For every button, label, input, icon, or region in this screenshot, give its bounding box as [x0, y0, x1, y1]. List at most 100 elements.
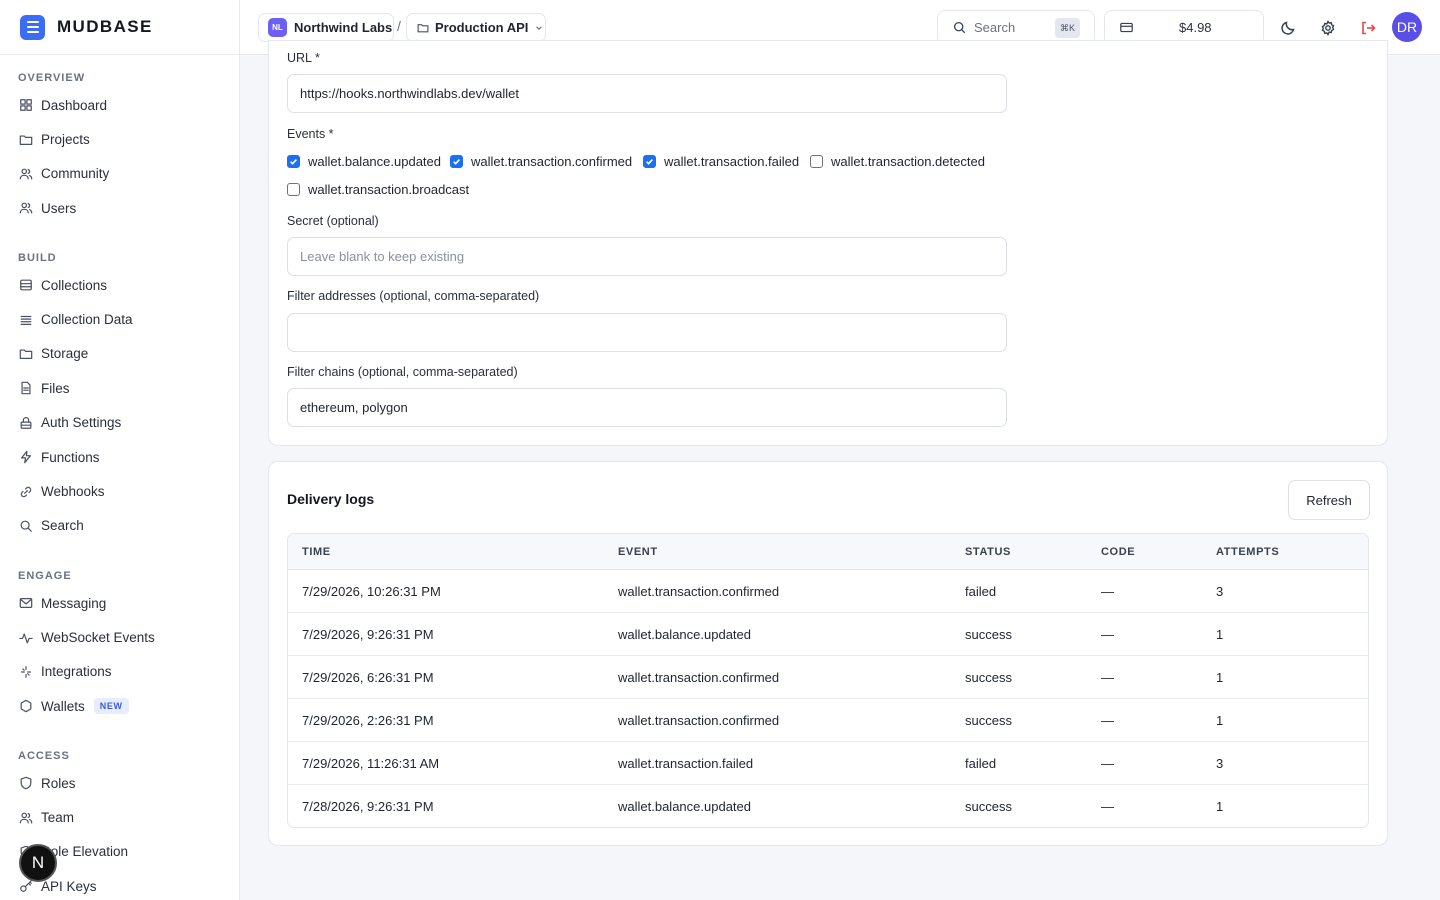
cell-status: success: [965, 626, 1012, 642]
bolt-icon: [18, 450, 33, 465]
cell-attempts: 1: [1216, 712, 1224, 728]
filter-addresses-input[interactable]: [287, 313, 1007, 352]
sidebar-section-title: ENGAGE: [18, 570, 72, 582]
brand-name: MUDBASE: [57, 17, 153, 36]
table-row[interactable]: 7/29/2026, 6:26:31 PM wallet.transaction.…: [288, 656, 1368, 699]
logout-icon[interactable]: [1357, 17, 1379, 39]
sidebar-item-label: Functions: [41, 449, 100, 465]
event-checkbox-wallet-transaction-broadcast[interactable]: wallet.transaction.broadcast: [287, 182, 469, 197]
cell-time: 7/29/2026, 10:26:31 PM: [302, 583, 441, 599]
sidebar-item-functions[interactable]: Functions: [18, 440, 228, 474]
sidebar-item-users[interactable]: Users: [18, 191, 228, 225]
sidebar-item-projects[interactable]: Projects: [18, 122, 228, 156]
cell-attempts: 1: [1216, 626, 1224, 642]
table-row[interactable]: 7/29/2026, 10:26:31 PM wallet.transaction…: [288, 570, 1368, 613]
sidebar-item-collection-data[interactable]: Collection Data: [18, 302, 228, 336]
sidebar-item-webhooks[interactable]: Webhooks: [18, 474, 228, 508]
list-icon: [18, 312, 33, 327]
chevron-down-icon: [535, 24, 543, 32]
folder-icon: [18, 346, 33, 361]
settings-gear-icon[interactable]: [1317, 17, 1339, 39]
sidebar-item-storage[interactable]: Storage: [18, 337, 228, 371]
balance-amount: $4.98: [1179, 20, 1212, 35]
link-icon: [18, 484, 33, 499]
sidebar-item-label: API Keys: [41, 878, 97, 894]
cell-status: failed: [965, 755, 997, 771]
sidebar-item-label: Collection Data: [41, 312, 133, 328]
table-body: 7/29/2026, 10:26:31 PM wallet.transaction…: [288, 570, 1368, 827]
sidebar-section-title: BUILD: [18, 252, 57, 264]
filter-chains-label: Filter chains (optional, comma-separated…: [287, 365, 518, 379]
sidebar-section-build: BUILD Collections Collection Data Storage Fi…: [18, 252, 228, 543]
search-placeholder: Search: [974, 20, 1016, 35]
sidebar-item-auth-settings[interactable]: Auth Settings: [18, 406, 228, 440]
sidebar-item-label: Projects: [41, 132, 90, 148]
org-avatar: NL: [268, 18, 287, 37]
cell-code: —: [1101, 755, 1114, 771]
checkbox-checked-icon[interactable]: [450, 155, 463, 168]
credit-card-icon: [1120, 22, 1133, 33]
sidebar-section-engage: ENGAGE Messaging WebSocket Events Integrati…: [18, 570, 228, 724]
filter-addresses-label: Filter addresses (optional, comma-separa…: [287, 289, 540, 303]
table-row[interactable]: 7/29/2026, 2:26:31 PM wallet.transaction.…: [288, 699, 1368, 742]
sidebar-item-files[interactable]: Files: [18, 371, 228, 405]
event-checkbox-wallet-transaction-detected[interactable]: wallet.transaction.detected: [810, 154, 985, 169]
cell-status: failed: [965, 583, 997, 599]
delivery-logs-table: TIME EVENT STATUS CODE ATTEMPTS 7/29/2026, 1…: [287, 533, 1369, 828]
url-input[interactable]: [287, 74, 1007, 113]
event-checkbox-wallet-transaction-failed[interactable]: wallet.transaction.failed: [643, 154, 799, 169]
table-row[interactable]: 7/28/2026, 9:26:31 PM wallet.balance.upda…: [288, 785, 1368, 827]
cell-attempts: 3: [1216, 583, 1224, 599]
brand[interactable]: MUDBASE: [0, 0, 239, 55]
file-icon: [18, 381, 33, 396]
event-checkbox-wallet-balance-updated[interactable]: wallet.balance.updated: [287, 154, 441, 169]
sidebar-item-label: Search: [41, 518, 84, 534]
checkbox-unchecked-icon[interactable]: [287, 183, 300, 196]
assistant-fab-button[interactable]: N: [19, 844, 57, 882]
org-switcher[interactable]: NL Northwind Labs: [258, 13, 394, 42]
sidebar-section-title: ACCESS: [18, 750, 70, 762]
cell-code: —: [1101, 712, 1114, 728]
delivery-logs-title: Delivery logs: [287, 491, 375, 507]
sidebar: MUDBASE OVERVIEW Dashboard Projects Communi…: [0, 0, 240, 900]
sidebar-item-wallets[interactable]: Wallets NEW: [18, 689, 228, 723]
table-row[interactable]: 7/29/2026, 11:26:31 AM wallet.transaction…: [288, 742, 1368, 785]
hexagon-icon: [18, 699, 33, 714]
users-icon: [18, 810, 33, 825]
cell-event: wallet.transaction.failed: [618, 755, 754, 771]
sidebar-item-collections[interactable]: Collections: [18, 268, 228, 302]
activity-icon: [18, 630, 33, 645]
event-checkbox-wallet-transaction-confirmed[interactable]: wallet.transaction.confirmed: [450, 154, 632, 169]
sidebar-item-label: Collections: [41, 277, 108, 293]
cell-status: success: [965, 712, 1012, 728]
sidebar-item-messaging[interactable]: Messaging: [18, 586, 228, 620]
user-avatar[interactable]: DR: [1392, 12, 1422, 42]
sidebar-item-websocket-events[interactable]: WebSocket Events: [18, 620, 228, 654]
filter-chains-input[interactable]: [287, 388, 1007, 427]
cell-event: wallet.transaction.confirmed: [618, 669, 780, 685]
sidebar-item-label: Integrations: [41, 664, 112, 680]
secret-input[interactable]: [287, 237, 1007, 276]
sidebar-item-search[interactable]: Search: [18, 509, 228, 543]
cell-attempts: 1: [1216, 669, 1224, 685]
checkbox-checked-icon[interactable]: [287, 155, 300, 168]
sidebar-item-label: Files: [41, 380, 70, 396]
cell-time: 7/29/2026, 9:26:31 PM: [302, 626, 434, 642]
cell-attempts: 1: [1216, 799, 1224, 814]
theme-toggle-moon-icon[interactable]: [1277, 17, 1299, 39]
sidebar-item-team[interactable]: Team: [18, 800, 228, 834]
sidebar-item-label: Dashboard: [41, 97, 108, 113]
sidebar-item-community[interactable]: Community: [18, 157, 228, 191]
checkbox-checked-icon[interactable]: [643, 155, 656, 168]
cell-code: —: [1101, 669, 1114, 685]
table-row[interactable]: 7/29/2026, 9:26:31 PM wallet.balance.upda…: [288, 613, 1368, 656]
refresh-button[interactable]: Refresh: [1288, 480, 1370, 520]
checkbox-unchecked-icon[interactable]: [810, 155, 823, 168]
new-badge: NEW: [93, 698, 129, 715]
sidebar-item-dashboard[interactable]: Dashboard: [18, 88, 228, 122]
sidebar-item-roles[interactable]: Roles: [18, 766, 228, 800]
sidebar-item-integrations[interactable]: Integrations: [18, 655, 228, 689]
project-switcher[interactable]: Production API: [406, 13, 546, 42]
cell-time: 7/29/2026, 6:26:31 PM: [302, 669, 434, 685]
sidebar-item-label: Messaging: [41, 595, 107, 611]
